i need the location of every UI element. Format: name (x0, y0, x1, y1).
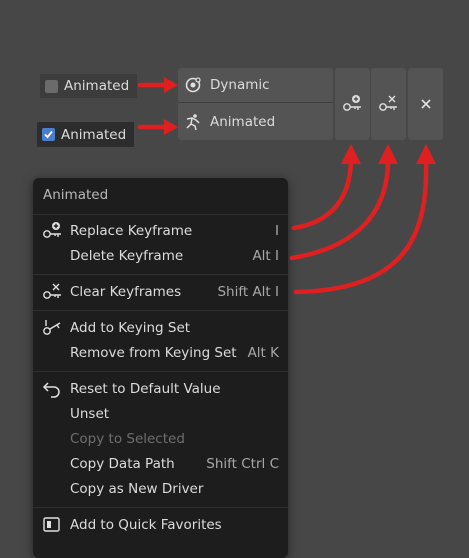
arrow-replace-to-insert (291, 157, 354, 231)
checkbox-label: Animated (61, 126, 127, 143)
menu-item-unset[interactable]: Unset (33, 402, 288, 426)
menu-item-shortcut: Alt I (252, 248, 279, 264)
undo-arrow-icon (42, 382, 60, 398)
insert-keyframe-button[interactable] (335, 68, 370, 140)
key-clear-icon (378, 95, 397, 111)
menu-item-replace-keyframe[interactable]: Replace Keyframe I (33, 219, 288, 243)
menu-item-label: Copy Data Path (70, 456, 175, 472)
menu-divider (33, 507, 288, 508)
arrowhead (378, 144, 398, 164)
menu-divider (33, 274, 288, 275)
menu-item-label: Copy as New Driver (70, 481, 204, 497)
arrow-delete-to-clear (289, 157, 391, 261)
physics-button-group: Dynamic Animated (178, 68, 333, 140)
menu-divider (33, 214, 288, 215)
arrowhead (164, 119, 178, 135)
menu-item-copy-data-path[interactable]: Copy Data Path Shift Ctrl C (33, 452, 288, 476)
animated-checkbox-checked[interactable]: Animated (37, 122, 135, 147)
menu-item-label: Add to Quick Favorites (70, 517, 222, 533)
menu-item-label: Unset (70, 406, 110, 422)
menu-title: Animated (43, 187, 109, 203)
dynamic-label: Dynamic (210, 77, 270, 93)
menu-item-shortcut: Alt K (247, 345, 279, 361)
menu-item-label: Remove from Keying Set (70, 345, 237, 361)
menu-item-label: Replace Keyframe (70, 223, 193, 239)
dynamic-icon (185, 77, 201, 93)
animated-label: Animated (210, 113, 276, 130)
menu-item-copy-as-new-driver[interactable]: Copy as New Driver (33, 477, 288, 501)
keying-set-icon (43, 320, 61, 335)
menu-item-label: Reset to Default Value (70, 381, 221, 397)
arrowhead (416, 144, 436, 164)
menu-item-label: Delete Keyframe (70, 248, 184, 264)
dynamic-button[interactable]: Dynamic (178, 68, 333, 103)
menu-item-label: Clear Keyframes (70, 284, 182, 300)
menu-item-clear-keyframes[interactable]: Clear Keyframes Shift Alt I (33, 280, 288, 304)
close-button[interactable] (408, 68, 443, 140)
clear-keyframes-button[interactable] (371, 68, 406, 140)
context-menu: Animated Replace Keyframe I Delete Keyfr… (33, 178, 288, 558)
animated-button[interactable]: Animated (178, 104, 333, 139)
checkbox-label: Animated (64, 78, 130, 94)
checkbox-empty-icon (45, 79, 58, 93)
menu-item-label: Copy to Selected (70, 431, 185, 447)
key-add-icon (342, 95, 361, 111)
menu-item-label: Add to Keying Set (70, 320, 191, 336)
menu-item-copy-to-selected: Copy to Selected (33, 427, 288, 451)
running-figure-icon (186, 113, 200, 130)
quick-favorites-icon (43, 517, 60, 532)
menu-item-reset-to-default[interactable]: Reset to Default Value (33, 377, 288, 401)
animated-checkbox-unchecked[interactable]: Animated (40, 74, 138, 98)
arrowhead (164, 77, 178, 93)
close-icon (420, 99, 431, 109)
menu-item-shortcut: I (275, 223, 279, 239)
arrowhead (341, 144, 361, 164)
key-clear-icon (43, 283, 61, 299)
menu-divider (33, 310, 288, 311)
key-add-icon (43, 222, 61, 238)
menu-item-add-to-quick-favorites[interactable]: Add to Quick Favorites (33, 513, 288, 537)
menu-item-remove-from-keying-set[interactable]: Remove from Keying Set Alt K (33, 341, 288, 365)
menu-item-add-to-keying-set[interactable]: Add to Keying Set (33, 316, 288, 340)
checkmark-icon (42, 128, 55, 141)
menu-item-shortcut: Shift Ctrl C (206, 456, 279, 472)
menu-item-delete-keyframe[interactable]: Delete Keyframe Alt I (33, 244, 288, 268)
menu-divider (33, 371, 288, 372)
menu-item-shortcut: Shift Alt I (217, 284, 279, 300)
arrow-clear-to-close (293, 157, 429, 295)
